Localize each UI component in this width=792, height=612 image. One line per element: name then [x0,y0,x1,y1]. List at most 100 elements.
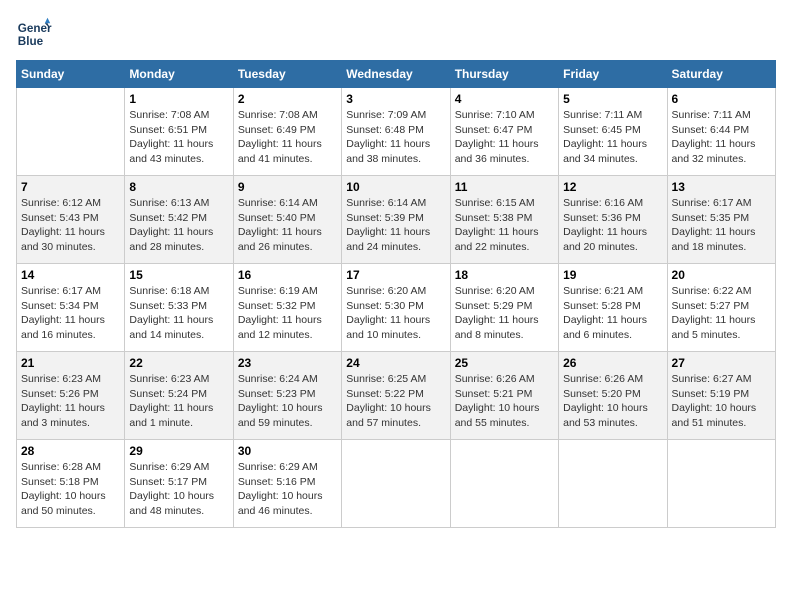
calendar-cell: 11Sunrise: 6:15 AMSunset: 5:38 PMDayligh… [450,176,558,264]
day-info: Sunrise: 6:23 AMSunset: 5:26 PMDaylight:… [21,372,120,431]
calendar-cell: 16 Sunrise: 6:19 AMSunset: 5:32 PMDayligh… [233,264,341,352]
weekday-header-wednesday: Wednesday [342,61,450,88]
calendar-cell: 23 Sunrise: 6:24 AMSunset: 5:23 PMDayligh… [233,352,341,440]
day-info: Sunrise: 6:26 AMSunset: 5:20 PMDaylight:… [563,372,662,431]
calendar-cell: 4Sunrise: 7:10 AMSunset: 6:47 PMDaylight… [450,88,558,176]
page-header: General Blue [16,16,776,52]
weekday-header-monday: Monday [125,61,233,88]
day-number: 13 [672,180,771,194]
calendar-cell: 1 Sunrise: 7:08 AMSunset: 6:51 PMDaylight… [125,88,233,176]
day-info: Sunrise: 6:13 AMSunset: 5:42 PMDaylight:… [129,196,228,255]
weekday-header-friday: Friday [559,61,667,88]
day-number: 17 [346,268,445,282]
calendar-cell [559,440,667,528]
day-info: Sunrise: 7:11 AMSunset: 6:44 PMDaylight:… [672,108,771,167]
day-info: Sunrise: 6:17 AMSunset: 5:34 PMDaylight:… [21,284,120,343]
day-number: 25 [455,356,554,370]
calendar-week-row: 7 Sunrise: 6:12 AMSunset: 5:43 PMDaylight… [17,176,776,264]
weekday-header-thursday: Thursday [450,61,558,88]
day-info: Sunrise: 7:09 AMSunset: 6:48 PMDaylight:… [346,108,445,167]
day-number: 8 [129,180,228,194]
calendar-cell [17,88,125,176]
day-number: 20 [672,268,771,282]
day-number: 27 [672,356,771,370]
calendar-week-row: 28 Sunrise: 6:28 AMSunset: 5:18 PMDayligh… [17,440,776,528]
calendar-cell: 20 Sunrise: 6:22 AMSunset: 5:27 PMDayligh… [667,264,775,352]
day-info: Sunrise: 6:26 AMSunset: 5:21 PMDaylight:… [455,372,554,431]
day-number: 19 [563,268,662,282]
calendar-cell: 2 Sunrise: 7:08 AMSunset: 6:49 PMDaylight… [233,88,341,176]
day-info: Sunrise: 6:23 AMSunset: 5:24 PMDaylight:… [129,372,228,431]
day-info: Sunrise: 6:24 AMSunset: 5:23 PMDaylight:… [238,372,337,431]
calendar-cell: 3 Sunrise: 7:09 AMSunset: 6:48 PMDaylight… [342,88,450,176]
day-info: Sunrise: 6:29 AMSunset: 5:16 PMDaylight:… [238,460,337,519]
calendar-body: 1 Sunrise: 7:08 AMSunset: 6:51 PMDaylight… [17,88,776,528]
day-number: 12 [563,180,662,194]
day-number: 2 [238,92,337,106]
day-number: 28 [21,444,120,458]
day-info: Sunrise: 6:25 AMSunset: 5:22 PMDaylight:… [346,372,445,431]
day-number: 5 [563,92,662,106]
day-info: Sunrise: 6:20 AMSunset: 5:30 PMDaylight:… [346,284,445,343]
day-info: Sunrise: 6:20 AMSunset: 5:29 PMDaylight:… [455,284,554,343]
day-info: Sunrise: 6:14 AMSunset: 5:40 PMDaylight:… [238,196,337,255]
day-info: Sunrise: 6:12 AMSunset: 5:43 PMDaylight:… [21,196,120,255]
day-number: 18 [455,268,554,282]
day-info: Sunrise: 6:21 AMSunset: 5:28 PMDaylight:… [563,284,662,343]
day-number: 9 [238,180,337,194]
day-info: Sunrise: 6:22 AMSunset: 5:27 PMDaylight:… [672,284,771,343]
calendar-cell: 10 Sunrise: 6:14 AMSunset: 5:39 PMDayligh… [342,176,450,264]
calendar-cell: 17 Sunrise: 6:20 AMSunset: 5:30 PMDayligh… [342,264,450,352]
day-number: 10 [346,180,445,194]
logo: General Blue [16,16,52,52]
calendar-cell: 18 Sunrise: 6:20 AMSunset: 5:29 PMDayligh… [450,264,558,352]
calendar-cell: 15Sunrise: 6:18 AMSunset: 5:33 PMDayligh… [125,264,233,352]
calendar-cell: 8 Sunrise: 6:13 AMSunset: 5:42 PMDaylight… [125,176,233,264]
day-number: 29 [129,444,228,458]
weekday-header-sunday: Sunday [17,61,125,88]
calendar-cell: 7 Sunrise: 6:12 AMSunset: 5:43 PMDaylight… [17,176,125,264]
day-number: 7 [21,180,120,194]
day-info: Sunrise: 6:19 AMSunset: 5:32 PMDaylight:… [238,284,337,343]
calendar-cell: 9 Sunrise: 6:14 AMSunset: 5:40 PMDaylight… [233,176,341,264]
calendar-cell [667,440,775,528]
calendar-cell: 14 Sunrise: 6:17 AMSunset: 5:34 PMDayligh… [17,264,125,352]
day-number: 30 [238,444,337,458]
day-info: Sunrise: 6:27 AMSunset: 5:19 PMDaylight:… [672,372,771,431]
calendar-cell: 22 Sunrise: 6:23 AMSunset: 5:24 PMDayligh… [125,352,233,440]
calendar-cell: 19 Sunrise: 6:21 AMSunset: 5:28 PMDayligh… [559,264,667,352]
day-info: Sunrise: 7:11 AMSunset: 6:45 PMDaylight:… [563,108,662,167]
day-number: 24 [346,356,445,370]
day-info: Sunrise: 7:10 AMSunset: 6:47 PMDaylight:… [455,108,554,167]
calendar-week-row: 21 Sunrise: 6:23 AMSunset: 5:26 PMDayligh… [17,352,776,440]
weekday-header-saturday: Saturday [667,61,775,88]
day-number: 23 [238,356,337,370]
day-info: Sunrise: 6:28 AMSunset: 5:18 PMDaylight:… [21,460,120,519]
logo-icon: General Blue [16,16,52,52]
day-number: 3 [346,92,445,106]
day-number: 1 [129,92,228,106]
day-number: 21 [21,356,120,370]
day-info: Sunrise: 6:15 AMSunset: 5:38 PMDaylight:… [455,196,554,255]
calendar-header-row: SundayMondayTuesdayWednesdayThursdayFrid… [17,61,776,88]
calendar-cell: 26Sunrise: 6:26 AMSunset: 5:20 PMDayligh… [559,352,667,440]
day-number: 14 [21,268,120,282]
calendar-cell: 24 Sunrise: 6:25 AMSunset: 5:22 PMDayligh… [342,352,450,440]
day-info: Sunrise: 7:08 AMSunset: 6:51 PMDaylight:… [129,108,228,167]
calendar-cell: 21 Sunrise: 6:23 AMSunset: 5:26 PMDayligh… [17,352,125,440]
day-number: 22 [129,356,228,370]
calendar-week-row: 14 Sunrise: 6:17 AMSunset: 5:34 PMDayligh… [17,264,776,352]
svg-text:Blue: Blue [18,35,44,48]
day-info: Sunrise: 7:08 AMSunset: 6:49 PMDaylight:… [238,108,337,167]
calendar-cell: 13 Sunrise: 6:17 AMSunset: 5:35 PMDayligh… [667,176,775,264]
day-info: Sunrise: 6:17 AMSunset: 5:35 PMDaylight:… [672,196,771,255]
weekday-header-tuesday: Tuesday [233,61,341,88]
day-info: Sunrise: 6:16 AMSunset: 5:36 PMDaylight:… [563,196,662,255]
day-number: 6 [672,92,771,106]
day-info: Sunrise: 6:14 AMSunset: 5:39 PMDaylight:… [346,196,445,255]
day-number: 16 [238,268,337,282]
day-number: 15 [129,268,228,282]
calendar-cell: 25 Sunrise: 6:26 AMSunset: 5:21 PMDayligh… [450,352,558,440]
calendar-cell: 5 Sunrise: 7:11 AMSunset: 6:45 PMDaylight… [559,88,667,176]
day-info: Sunrise: 6:29 AMSunset: 5:17 PMDaylight:… [129,460,228,519]
